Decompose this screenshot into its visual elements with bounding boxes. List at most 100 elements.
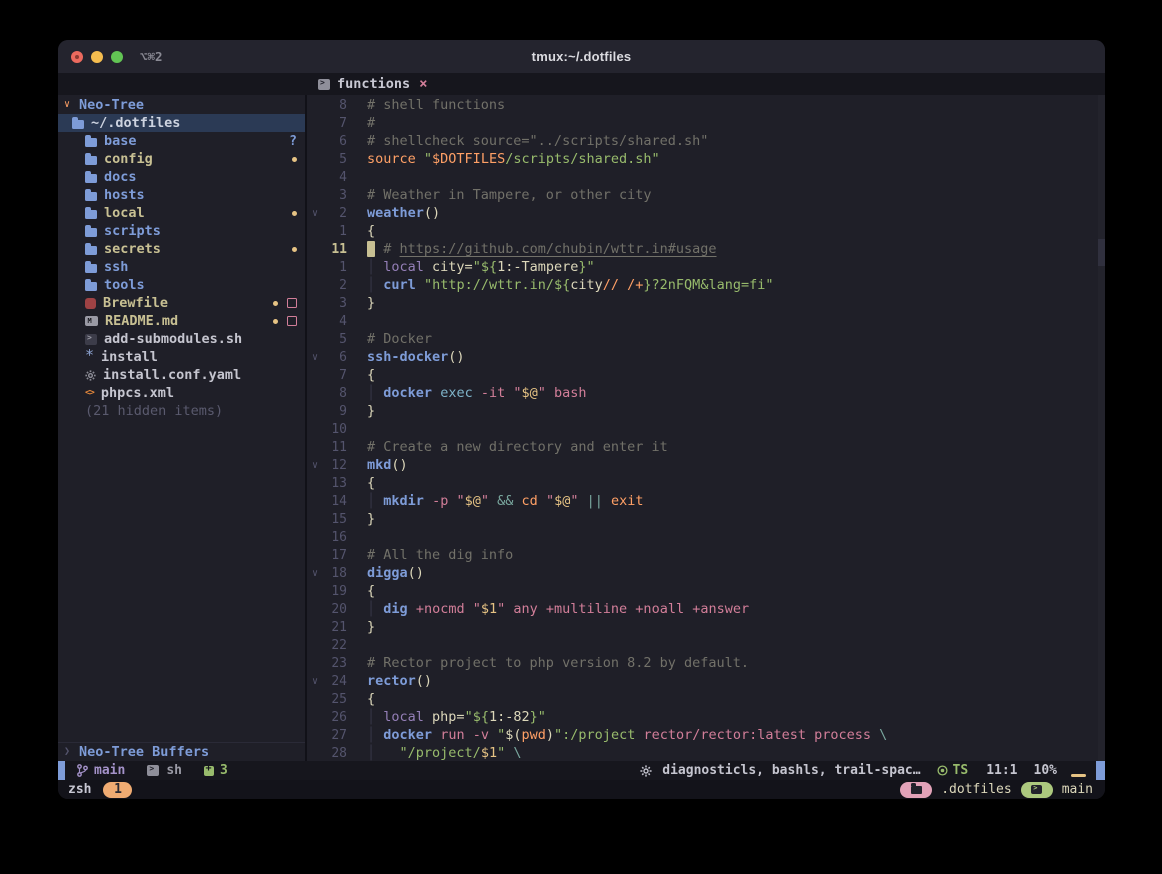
code-token: # bbox=[383, 241, 399, 257]
sidebar-item-config[interactable]: config bbox=[58, 150, 305, 168]
code-token: " bbox=[481, 493, 489, 509]
scroll-percent: 10% bbox=[1034, 763, 1057, 778]
code-token: dig bbox=[383, 601, 407, 617]
code-line: 10 bbox=[307, 420, 1105, 438]
close-window-button[interactable] bbox=[71, 51, 83, 63]
git-status-badges bbox=[292, 211, 297, 216]
tmux-window-index-badge[interactable]: 1 bbox=[103, 782, 132, 798]
code-line: 11 # https://github.com/chubin/wttr.in#u… bbox=[307, 240, 1105, 258]
code-token: " bbox=[554, 727, 562, 743]
code-token: } bbox=[643, 277, 651, 293]
code-token: }" bbox=[578, 259, 594, 275]
git-status-badges: ? bbox=[289, 134, 297, 149]
folder-icon bbox=[85, 246, 97, 255]
code-token: :/project bbox=[562, 727, 635, 743]
code-line: 23# Rector project to php version 8.2 by… bbox=[307, 654, 1105, 672]
neo-tree-buffers-header[interactable]: ❯ Neo-Tree Buffers bbox=[58, 742, 305, 761]
sidebar-item-tools[interactable]: tools bbox=[58, 276, 305, 294]
sidebar-item-secrets[interactable]: secrets bbox=[58, 240, 305, 258]
code-token: () bbox=[391, 457, 407, 473]
sidebar-item-label: hosts bbox=[104, 187, 145, 203]
fold-chevron-icon[interactable]: ∨ bbox=[307, 208, 323, 219]
fold-chevron-icon[interactable]: ∨ bbox=[307, 352, 323, 363]
code-line: 28│ "/project/$1" \ bbox=[307, 744, 1105, 761]
code-token: # shellcheck source="../scripts/shared.s… bbox=[367, 133, 708, 149]
scrollbar-thumb[interactable] bbox=[1098, 239, 1105, 266]
scrollbar-track[interactable] bbox=[1098, 95, 1105, 761]
sidebar-item--.dotfiles[interactable]: ~/.dotfiles bbox=[58, 114, 305, 132]
line-text: } bbox=[347, 619, 375, 635]
fold-chevron-icon[interactable]: ∨ bbox=[307, 676, 323, 687]
sidebar-item-hosts[interactable]: hosts bbox=[58, 186, 305, 204]
git-status-badges bbox=[292, 247, 297, 252]
sidebar-item-install[interactable]: *install bbox=[58, 348, 305, 366]
sidebar-item-readme.md[interactable]: README.md bbox=[58, 312, 305, 330]
code-token: /scripts/shared.sh" bbox=[505, 151, 659, 167]
indent-guide: │ bbox=[367, 493, 375, 509]
code-token: # bbox=[367, 115, 375, 131]
code-token: pwd bbox=[522, 727, 546, 743]
line-number: 27 bbox=[323, 728, 347, 743]
folder-icon bbox=[85, 138, 97, 147]
indent-guide: │ bbox=[367, 259, 375, 275]
line-number: 7 bbox=[323, 116, 347, 131]
minimize-window-button[interactable] bbox=[91, 51, 103, 63]
tab-close-icon[interactable]: × bbox=[419, 76, 427, 92]
code-token: $@ bbox=[465, 493, 481, 509]
code-token: digga bbox=[367, 565, 408, 581]
gear-icon bbox=[85, 370, 96, 381]
sidebar-item-docs[interactable]: docs bbox=[58, 168, 305, 186]
folder-icon bbox=[85, 264, 97, 273]
sidebar-item-brewfile[interactable]: Brewfile bbox=[58, 294, 305, 312]
sidebar-item-label: docs bbox=[104, 169, 137, 185]
lsp-gear-icon bbox=[640, 765, 652, 777]
tmux-git-badge bbox=[1021, 782, 1053, 798]
code-line: 19{ bbox=[307, 582, 1105, 600]
sidebar-item-phpcs.xml[interactable]: <>phpcs.xml bbox=[58, 384, 305, 402]
code-token: mkd bbox=[367, 457, 391, 473]
code-token: } bbox=[367, 295, 375, 311]
line-number: 28 bbox=[323, 746, 347, 761]
window-shortcut-label: ⌥⌘2 bbox=[140, 49, 163, 64]
line-number: 14 bbox=[323, 494, 347, 509]
tab-functions[interactable]: functions × bbox=[318, 76, 428, 92]
code-token: rector bbox=[367, 673, 416, 689]
sidebar-item-scripts[interactable]: scripts bbox=[58, 222, 305, 240]
sidebar-item-add-submodules.sh[interactable]: add-submodules.sh bbox=[58, 330, 305, 348]
line-number: 11 bbox=[323, 440, 347, 455]
fold-chevron-icon[interactable]: ∨ bbox=[307, 568, 323, 579]
sidebar-item-install.conf.yaml[interactable]: install.conf.yaml bbox=[58, 366, 305, 384]
code-token: { bbox=[367, 223, 375, 239]
neo-tree-header[interactable]: ∨ Neo-Tree bbox=[58, 96, 305, 114]
sidebar-item-local[interactable]: local bbox=[58, 204, 305, 222]
mode-indicator-block bbox=[58, 761, 65, 780]
line-text: mkd() bbox=[347, 457, 408, 473]
zoom-window-button[interactable] bbox=[111, 51, 123, 63]
lsp-servers-label: diagnosticls, bashls, trail-spac… bbox=[662, 763, 920, 778]
sidebar-item-base[interactable]: base? bbox=[58, 132, 305, 150]
code-line: 14│ mkdir -p "$@" && cd "$@" || exit bbox=[307, 492, 1105, 510]
line-number: 7 bbox=[323, 368, 347, 383]
code-line: 3} bbox=[307, 294, 1105, 312]
code-token: " bbox=[538, 385, 546, 401]
brew-icon bbox=[85, 298, 96, 309]
code-line: 7{ bbox=[307, 366, 1105, 384]
sidebar-item-label: install.conf.yaml bbox=[103, 367, 241, 383]
tmux-dir-badge bbox=[900, 782, 932, 798]
line-number: 2 bbox=[323, 278, 347, 293]
line-number: 17 bbox=[323, 548, 347, 563]
code-token: { bbox=[367, 475, 375, 491]
terminal-window: ⌥⌘2 tmux:~/.dotfiles functions × ∨ Neo-T… bbox=[58, 40, 1105, 799]
line-number: 8 bbox=[323, 386, 347, 401]
code-token: https://github.com/chubin/wttr.in#usage bbox=[400, 241, 717, 257]
fold-chevron-icon[interactable]: ∨ bbox=[307, 460, 323, 471]
code-token: # Create a new directory and enter it bbox=[367, 439, 668, 455]
terminal-icon bbox=[85, 334, 97, 345]
code-token: run -v bbox=[432, 727, 497, 743]
sidebar-item-label: README.md bbox=[105, 313, 178, 329]
sidebar-item-ssh[interactable]: ssh bbox=[58, 258, 305, 276]
treesitter-label: TS bbox=[953, 763, 969, 778]
code-editor[interactable]: 8# shell functions7#6# shellcheck source… bbox=[307, 95, 1105, 761]
code-line: 21} bbox=[307, 618, 1105, 636]
line-number: 13 bbox=[323, 476, 347, 491]
